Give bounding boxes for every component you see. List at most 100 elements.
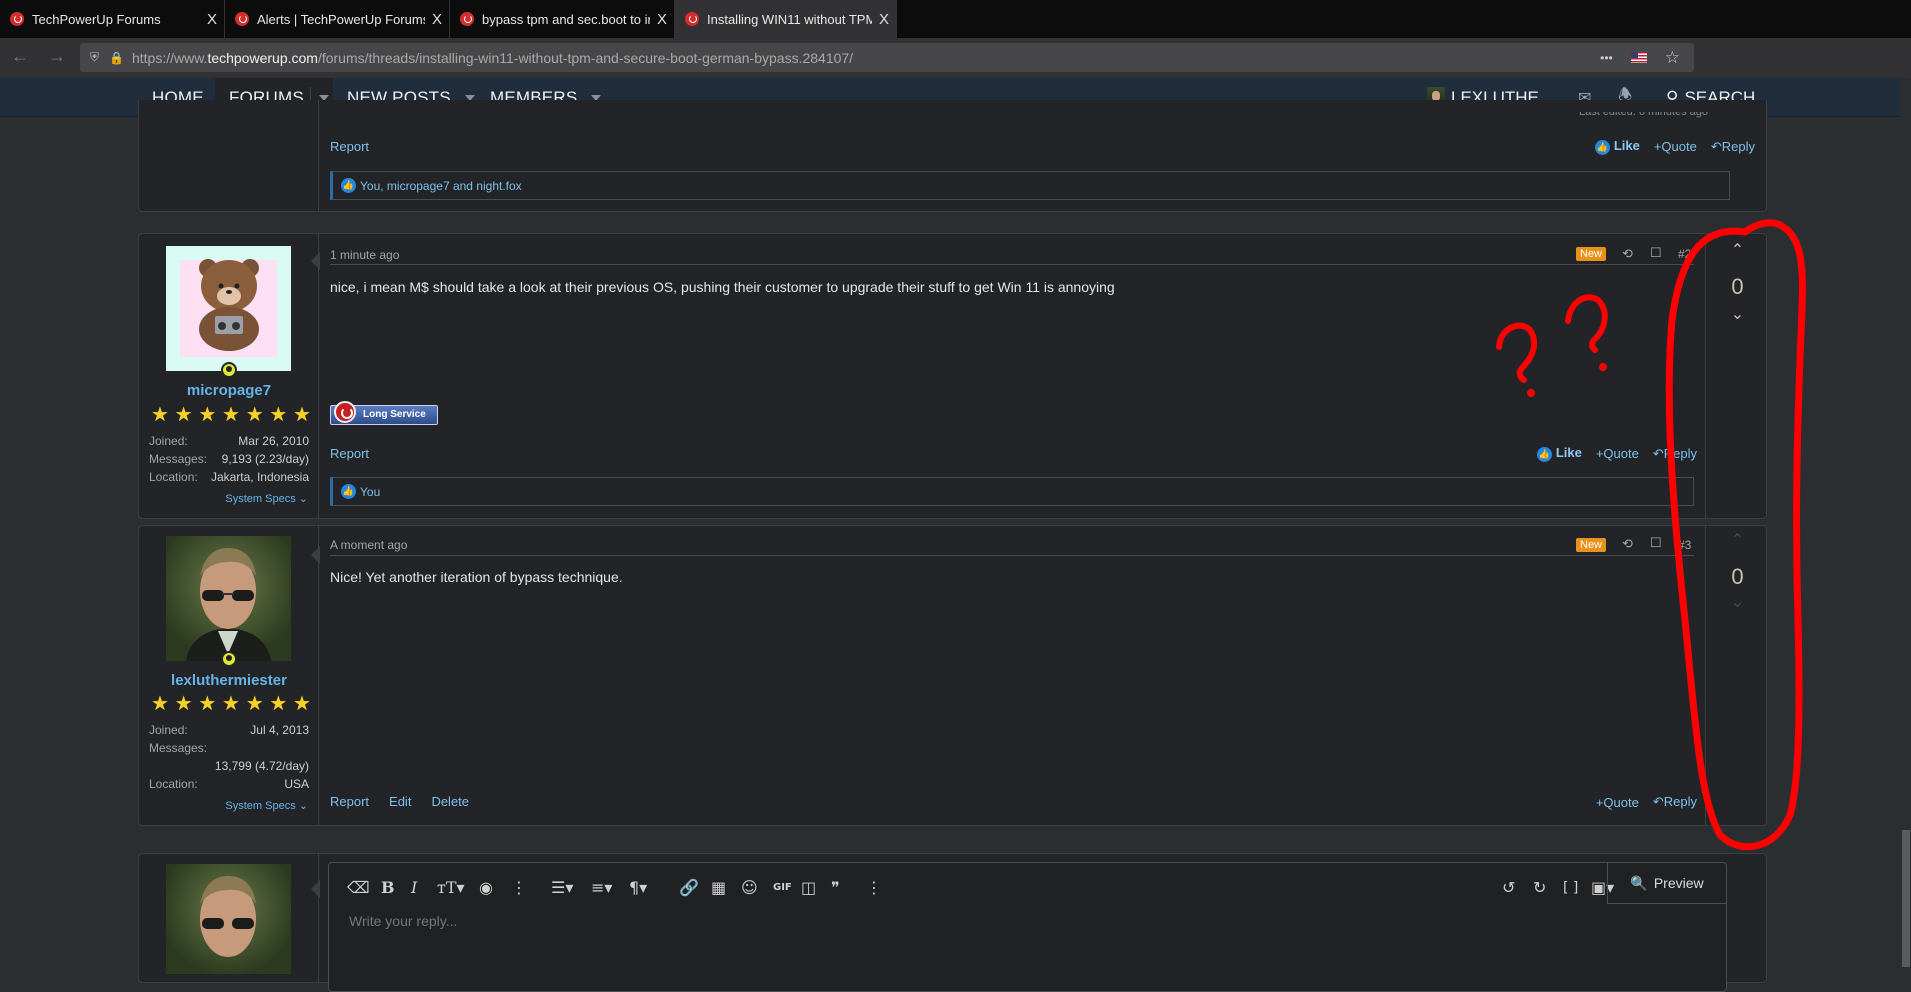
upvote-icon[interactable]: ⌃ — [1706, 240, 1769, 260]
username[interactable]: micropage7 — [139, 382, 319, 399]
bold-icon[interactable]: B — [381, 878, 395, 897]
techpowerup-favicon-icon — [235, 12, 249, 26]
reply-button[interactable]: ↶Reply — [1711, 139, 1755, 155]
post-number[interactable]: #2 — [1678, 247, 1691, 261]
bear-avatar-image — [199, 259, 259, 351]
browser-tab[interactable]: bypass tpm and sec.boot to in X — [450, 0, 675, 38]
post-actions: +Quote ↶Reply — [1596, 794, 1697, 810]
us-flag-icon[interactable] — [1630, 52, 1647, 63]
online-status-icon — [221, 651, 237, 667]
page-actions-icon[interactable]: ••• — [1600, 51, 1613, 65]
star-icon: ★ — [174, 404, 193, 426]
thumbs-up-icon: 👍 — [1536, 447, 1552, 462]
star-icon: ★ — [293, 404, 311, 426]
report-link[interactable]: Report — [330, 446, 369, 461]
user-column: micropage7 ★ ★ ★ ★ ★ ★ ★ Joined: Mar 26, 2010 M… — [139, 234, 319, 518]
new-badge: New — [1576, 247, 1607, 261]
vote-count: 0 — [1731, 564, 1744, 589]
close-tab-icon[interactable]: X — [200, 11, 224, 28]
list-icon[interactable]: ☰▾ — [551, 878, 573, 897]
user-column — [139, 100, 319, 211]
link-icon[interactable]: 🔗 — [679, 878, 699, 897]
scrollbar-thumb[interactable] — [1902, 830, 1910, 967]
gif-icon[interactable]: GIF — [773, 882, 792, 893]
lock-icon[interactable]: 🔒 — [109, 51, 124, 65]
palette-icon[interactable]: ◉ — [479, 878, 493, 897]
downvote-icon[interactable]: ⌄ — [1706, 304, 1769, 324]
image-icon[interactable]: ▦ — [711, 878, 726, 897]
report-link[interactable]: Report — [330, 139, 369, 154]
preview-icon: 🔍 — [1630, 874, 1648, 891]
system-specs-toggle[interactable]: System Specs ⌄ — [225, 492, 308, 505]
quote-button[interactable]: +Quote — [1596, 795, 1639, 810]
share-icon[interactable]: ⟲ — [1622, 536, 1633, 552]
reply-input[interactable]: Write your reply... — [349, 913, 457, 929]
vote-count: 0 — [1731, 274, 1744, 299]
like-button[interactable]: 👍 Like — [1536, 445, 1582, 462]
browser-toolbar: ← → ⛨ 🔒 https://www. techpowerup.com/foru… — [0, 38, 1911, 110]
divider — [330, 264, 1694, 265]
post-2: micropage7 ★ ★ ★ ★ ★ ★ ★ Joined: Mar 26, 2010 M… — [138, 233, 1767, 519]
avatar[interactable] — [166, 246, 291, 371]
bookmark-icon[interactable]: ☐ — [1650, 535, 1662, 551]
url-bar[interactable]: ⛨ 🔒 https://www. techpowerup.com/forums/t… — [80, 43, 1694, 72]
browser-tab[interactable]: Alerts | TechPowerUp Forums X — [225, 0, 450, 38]
vote-column: ⌃ 0 ⌄ — [1705, 526, 1768, 825]
eraser-icon[interactable]: ⌫ — [347, 878, 370, 897]
paragraph-icon[interactable]: ¶▾ — [629, 878, 647, 897]
system-specs-toggle[interactable]: System Specs ⌄ — [225, 799, 308, 812]
italic-icon[interactable]: I — [411, 878, 417, 897]
browser-tab[interactable]: TechPowerUp Forums X — [0, 0, 225, 38]
more-options-icon[interactable]: ⋮ — [511, 878, 527, 897]
close-tab-icon[interactable]: X — [650, 11, 674, 28]
reactions-bar[interactable]: 👍 You — [330, 477, 1694, 506]
source-code-icon[interactable]: [ ] — [1563, 880, 1578, 896]
shield-icon[interactable]: ⛨ — [90, 50, 99, 65]
reply-icon: ↶ — [1652, 445, 1664, 461]
post-time[interactable]: 1 minute ago — [330, 248, 399, 262]
post-pointer — [311, 880, 320, 898]
agent-avatar-image — [200, 876, 256, 957]
techpowerup-favicon-icon — [685, 12, 699, 26]
font-size-icon[interactable]: тT▾ — [437, 878, 465, 897]
quote-button[interactable]: +Quote — [1654, 139, 1697, 154]
reactions-bar[interactable]: 👍 You, micropage7 and night.fox — [330, 171, 1730, 200]
user-column: lexluthermiester ★ ★ ★ ★ ★ ★ ★ Joined: Jul 4, 2… — [139, 526, 319, 825]
post-1: Last edited: 6 minutes ago Report 👍 Like … — [138, 100, 1767, 212]
edit-link[interactable]: Edit — [389, 794, 411, 809]
close-tab-icon[interactable]: X — [872, 11, 896, 28]
quote-icon[interactable]: ❞ — [831, 878, 840, 897]
forward-icon[interactable]: → — [42, 46, 72, 67]
thumbs-up-icon: 👍 — [341, 484, 356, 499]
avatar[interactable] — [166, 536, 291, 661]
bookmark-icon[interactable]: ☐ — [1650, 245, 1662, 261]
media-icon[interactable]: ◫ — [801, 878, 816, 897]
bookmark-star-icon[interactable]: ☆ — [1665, 48, 1680, 68]
star-icon: ★ — [245, 693, 264, 715]
reply-button[interactable]: ↶Reply — [1653, 794, 1697, 810]
reply-icon: ↶ — [1710, 138, 1722, 154]
quote-button[interactable]: +Quote — [1596, 446, 1639, 461]
close-tab-icon[interactable]: X — [425, 11, 449, 28]
more-options-icon[interactable]: ⋮ — [866, 878, 882, 897]
share-icon[interactable]: ⟲ — [1622, 246, 1633, 262]
like-button[interactable]: 👍 Like — [1594, 138, 1640, 155]
redo-icon[interactable]: ↻ — [1533, 878, 1546, 897]
report-link[interactable]: Report — [330, 794, 369, 809]
smiley-icon[interactable]: ☺ — [741, 878, 758, 897]
upvote-icon: ⌃ — [1730, 532, 1745, 549]
undo-icon[interactable]: ↺ — [1502, 878, 1515, 897]
username[interactable]: lexluthermiester — [139, 672, 319, 689]
reply-editor[interactable]: ⌫ B I тT▾ ◉ ⋮ ☰▾ ≡▾ ¶▾ 🔗 ▦ ☺ GIF ◫ ❞ ⋮ ↺… — [328, 862, 1727, 992]
browser-tab-active[interactable]: Installing WIN11 without TPM X — [675, 0, 897, 38]
delete-link[interactable]: Delete — [431, 794, 469, 809]
star-icon: ★ — [245, 404, 264, 426]
browser-tab-bar: TechPowerUp Forums X Alerts | TechPowerU… — [0, 0, 1911, 38]
reply-button[interactable]: ↶Reply — [1653, 446, 1697, 462]
back-icon[interactable]: ← — [5, 46, 35, 67]
align-icon[interactable]: ≡▾ — [591, 878, 612, 897]
post-time[interactable]: A moment ago — [330, 538, 407, 552]
star-icon: ★ — [269, 693, 288, 715]
post-number[interactable]: #3 — [1678, 538, 1691, 552]
preview-button[interactable]: 🔍 Preview — [1607, 863, 1726, 904]
